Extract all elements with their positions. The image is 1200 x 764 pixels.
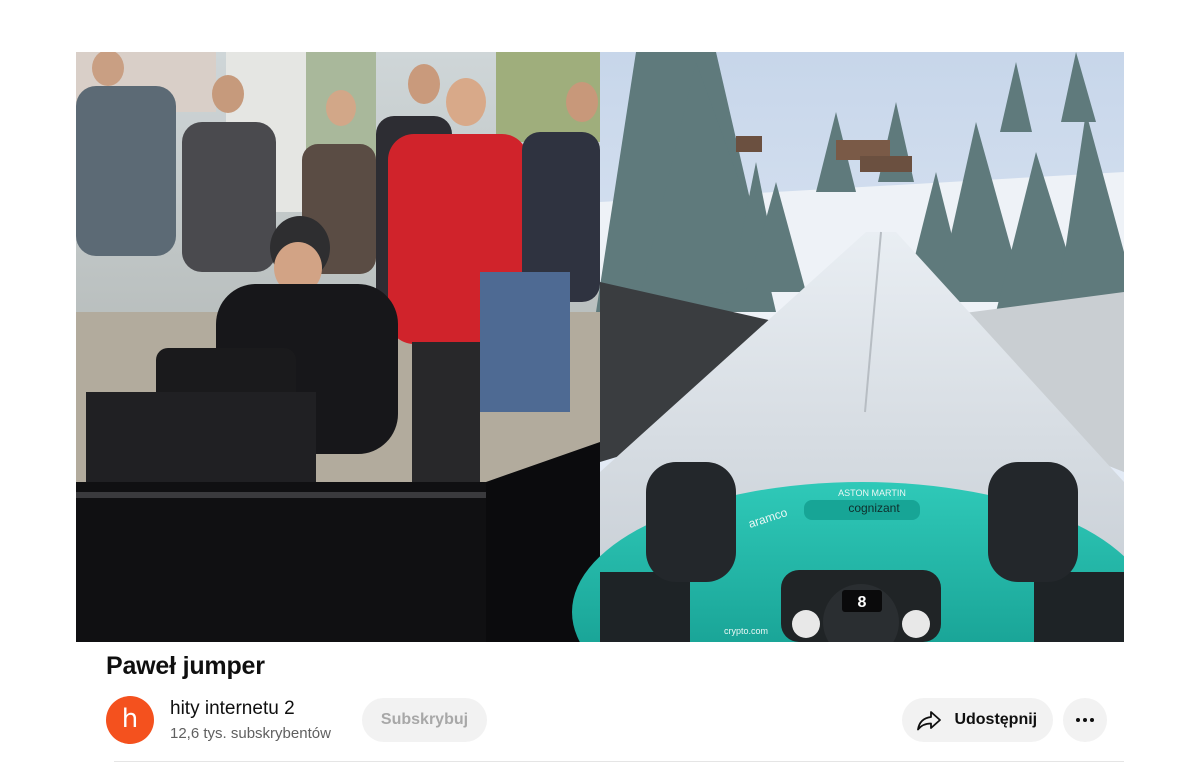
- divider: [114, 761, 1124, 762]
- more-actions-button[interactable]: [1063, 698, 1107, 742]
- sponsor-aston-martin-text: ASTON MARTIN: [838, 488, 906, 498]
- channel-avatar[interactable]: h: [106, 696, 154, 744]
- video-title: Paweł jumper: [106, 652, 265, 680]
- thumbnail-left-photo: [76, 52, 600, 642]
- subscribe-button[interactable]: Subskrybuj: [362, 698, 487, 742]
- speed-readout: 8: [858, 594, 867, 611]
- thumbnail-right-game: [572, 52, 1124, 642]
- subscriber-count: 12,6 tys. subskrybentów: [170, 725, 331, 742]
- share-label: Udostępnij: [954, 711, 1038, 728]
- sponsor-crypto-text: crypto.com: [724, 626, 768, 636]
- video-page: ASTON MARTIN cognizant aramco crypto.com…: [0, 0, 1200, 764]
- video-player[interactable]: ASTON MARTIN cognizant aramco crypto.com…: [76, 52, 1124, 642]
- share-icon: [916, 707, 942, 731]
- share-button[interactable]: Udostępnij: [902, 698, 1053, 742]
- channel-name-link[interactable]: hity internetu 2: [170, 698, 295, 720]
- sponsor-cognizant-text: cognizant: [848, 501, 900, 515]
- more-horizontal-icon: [1076, 718, 1094, 722]
